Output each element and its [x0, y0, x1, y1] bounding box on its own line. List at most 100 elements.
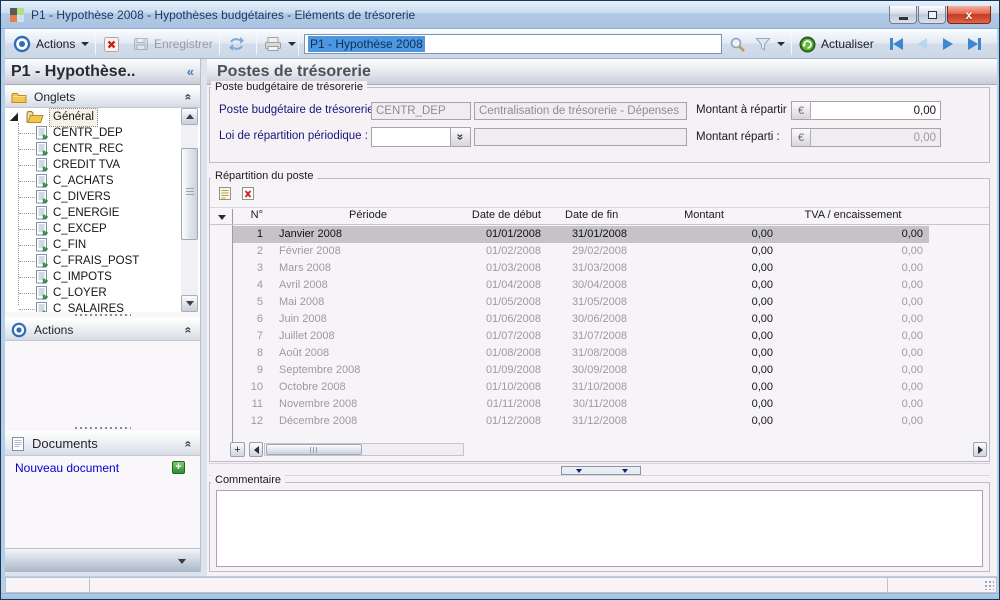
section-header-actions[interactable]: Actions « [5, 318, 200, 341]
tree-item[interactable]: C_FRAIS_POST [5, 253, 200, 269]
euro-icon[interactable]: € [792, 102, 811, 119]
repartition-group-legend: Répartition du poste [211, 170, 317, 182]
sidebar-bottom-bar[interactable] [5, 548, 200, 572]
collapse-section-icon[interactable]: « [182, 326, 196, 333]
filter-button[interactable] [755, 29, 785, 59]
tree-item[interactable]: C_LOYER [5, 285, 200, 301]
column-header-tva[interactable]: TVA / encaissement [777, 209, 929, 226]
cell-periode: Août 2008 [269, 345, 457, 362]
collapse-down-icon [576, 469, 582, 473]
document-icon [35, 174, 50, 188]
row-marker-cell [210, 413, 233, 430]
scrollbar-thumb[interactable] [181, 148, 198, 240]
cell-montant: 0,00 [631, 277, 777, 294]
euro-icon: € [792, 129, 811, 146]
table-row[interactable]: 4Avril 200801/04/200830/04/20080,000,00 [210, 277, 989, 294]
cell-debut: 01/06/2008 [457, 311, 545, 328]
table-header[interactable]: N° Période Date de début Date de fin Mon… [210, 209, 989, 225]
tree-item[interactable]: C_ENERGIE [5, 205, 200, 221]
maximize-button[interactable] [918, 6, 946, 24]
tree-items: CENTR_DEPCENTR_RECCREDIT TVAC_ACHATSC_DI… [5, 125, 200, 312]
row-marker-cell [210, 362, 233, 379]
tree-item[interactable]: C_IMPOTS [5, 269, 200, 285]
cell-fin: 31/10/2008 [545, 379, 631, 396]
cell-n: 10 [233, 379, 269, 396]
last-record-button[interactable] [963, 35, 985, 53]
section-header-documents[interactable]: Documents « [5, 431, 200, 456]
section-header-onglets[interactable]: Onglets « [5, 86, 200, 108]
poste-group-legend: Poste budgétaire de trésorerie [211, 81, 367, 93]
minimize-button[interactable] [889, 6, 917, 24]
table-row[interactable]: 1Janvier 200801/01/200831/01/20080,000,0… [210, 226, 989, 243]
tree-item[interactable]: CREDIT TVA [5, 157, 200, 173]
tree-root-node[interactable]: Général [5, 108, 200, 125]
main-panel: Postes de trésorerie Poste budgétaire de… [207, 59, 997, 576]
tree-item[interactable]: C_EXCEP [5, 221, 200, 237]
search-button[interactable] [729, 29, 746, 59]
record-title-input[interactable]: P1 - Hypothèse 2008 [304, 34, 722, 54]
cell-montant: 0,00 [631, 413, 777, 430]
tree-expander-icon[interactable] [10, 113, 18, 121]
previous-record-button[interactable] [911, 35, 933, 53]
commentaire-textarea[interactable] [216, 490, 983, 567]
montant-a-repartir-field[interactable]: € 0,00 [791, 101, 941, 120]
previous-icon [917, 38, 927, 50]
first-record-button[interactable] [885, 35, 907, 53]
combo-dropdown-button[interactable]: » [450, 128, 470, 146]
add-row-button[interactable] [214, 183, 235, 204]
resize-grip[interactable] [985, 581, 994, 590]
open-folder-icon [25, 110, 44, 124]
column-header-n[interactable]: N° [233, 209, 269, 226]
new-document-link[interactable]: Nouveau document [15, 461, 119, 475]
add-line-button[interactable]: + [230, 442, 245, 457]
refresh-list-button[interactable]: Actualiser [799, 29, 874, 59]
table-row[interactable]: 8Août 200801/08/200831/08/20080,000,00 [210, 345, 989, 362]
column-header-periode[interactable]: Période [269, 209, 457, 226]
tree-item[interactable]: C_ACHATS [5, 173, 200, 189]
table-row[interactable]: 7Juillet 200801/07/200831/07/20080,000,0… [210, 328, 989, 345]
close-button[interactable]: x [947, 6, 991, 24]
column-header-fin[interactable]: Date de fin [545, 209, 631, 226]
tree-scrollbar[interactable] [181, 108, 198, 312]
loi-combobox[interactable]: » [371, 127, 471, 147]
delete-record-button[interactable] [103, 29, 120, 59]
table-row[interactable]: 6Juin 200801/06/200830/06/20080,000,00 [210, 311, 989, 328]
table-row[interactable]: 9Septembre 200801/09/200830/09/20080,000… [210, 362, 989, 379]
collapse-panel-icon[interactable]: « [187, 64, 194, 79]
column-header-montant[interactable]: Montant [631, 209, 777, 226]
tree-item[interactable]: C_FIN [5, 237, 200, 253]
tree-item[interactable]: C_SALAIRES [5, 301, 200, 312]
tree-item[interactable]: C_DIVERS [5, 189, 200, 205]
table-row[interactable]: 3Mars 200801/03/200831/03/20080,000,00 [210, 260, 989, 277]
table-row[interactable]: 10Octobre 200801/10/200831/10/20080,000,… [210, 379, 989, 396]
column-header-debut[interactable]: Date de début [457, 209, 545, 226]
delete-row-button[interactable] [237, 183, 258, 204]
tree-item[interactable]: CENTR_DEP [5, 125, 200, 141]
scroll-right-button[interactable] [973, 442, 987, 457]
actions-menu-button[interactable]: Actions [13, 29, 89, 59]
table-row[interactable]: 11Novembre 200801/11/200830/11/20080,000… [210, 396, 989, 413]
hscroll-track[interactable] [264, 443, 464, 456]
scroll-down-button[interactable] [181, 295, 198, 312]
cell-tva: 0,00 [777, 226, 929, 243]
hscroll-thumb[interactable] [266, 444, 362, 455]
add-document-button[interactable]: + [172, 461, 185, 474]
table-row[interactable]: 5Mai 200801/05/200831/05/20080,000,00 [210, 294, 989, 311]
scroll-up-button[interactable] [181, 108, 198, 125]
scroll-left-button[interactable] [249, 442, 263, 457]
print-button[interactable] [264, 29, 296, 59]
tree-item[interactable]: CENTR_REC [5, 141, 200, 157]
filter-icon [755, 37, 771, 52]
cell-fin: 30/06/2008 [545, 311, 631, 328]
collapse-section-icon[interactable]: « [182, 94, 196, 101]
refresh-record-button[interactable] [228, 29, 245, 59]
horizontal-splitter[interactable] [209, 463, 990, 476]
save-button[interactable]: Enregistrer [133, 29, 213, 59]
splitter-collapse-control[interactable] [561, 466, 641, 475]
collapse-section-icon[interactable]: « [182, 440, 196, 447]
table-row[interactable]: 2Février 200801/02/200829/02/20080,000,0… [210, 243, 989, 260]
next-record-button[interactable] [937, 35, 959, 53]
cell-n: 6 [233, 311, 269, 328]
title-bar[interactable]: P1 - Hypothèse 2008 - Hypothèses budgéta… [1, 1, 999, 29]
table-row[interactable]: 12Décembre 200801/12/200831/12/20080,000… [210, 413, 989, 430]
